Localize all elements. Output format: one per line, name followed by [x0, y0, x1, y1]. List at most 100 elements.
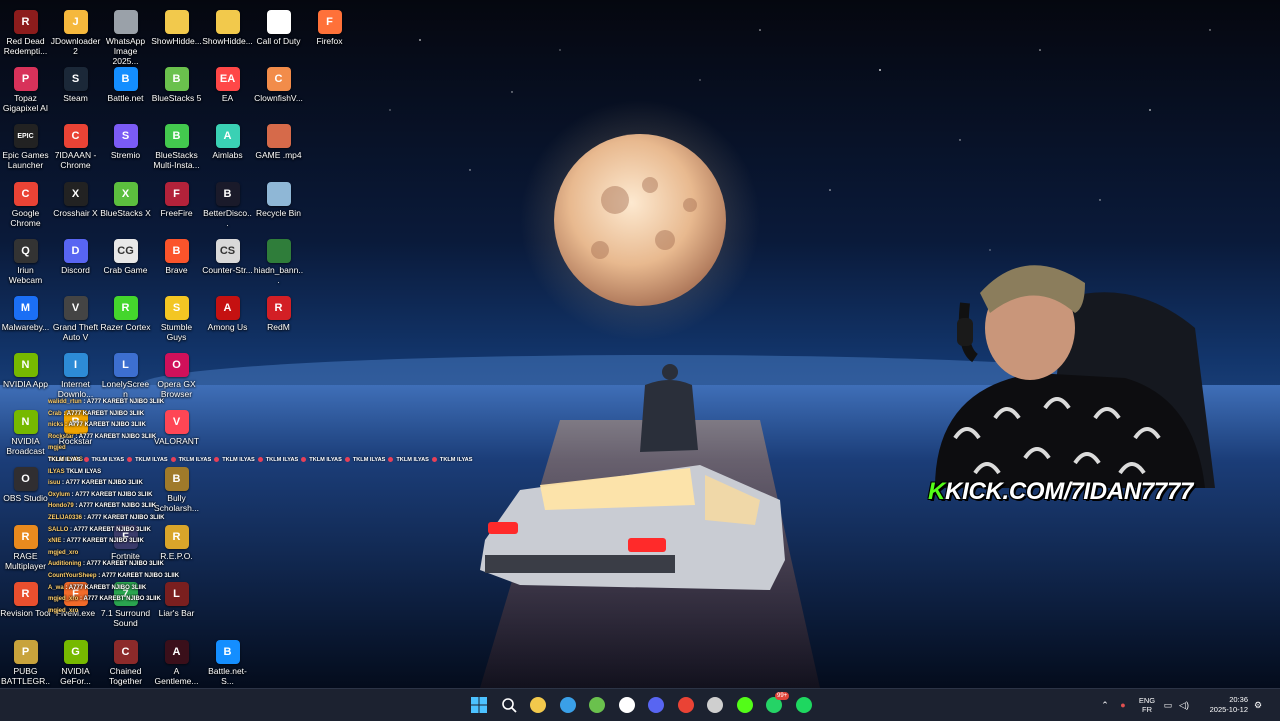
desktop-icon[interactable]: P Topaz Gigapixel AI [0, 61, 51, 117]
desktop-icon[interactable]: G NVIDIA GeFor... [50, 634, 101, 690]
notification-icon[interactable]: ⚙ [1248, 700, 1268, 711]
chat-username: CountYourSheep [48, 572, 97, 579]
chrome-taskbar-icon[interactable] [674, 693, 698, 717]
kick-taskbar-icon[interactable] [733, 693, 757, 717]
chrome-icon: C [13, 182, 38, 206]
desktop-icon-label: ShowHidde... [151, 36, 202, 46]
counter-strike-icon: CS [215, 239, 240, 263]
desktop-icon[interactable]: R Red Dead Redempti... [0, 4, 51, 60]
desktop-icon[interactable]: N NVIDIA App [0, 347, 51, 403]
desktop-icon[interactable]: B BlueStacks Multi-Insta... [151, 118, 202, 174]
desktop-icon[interactable]: CG Crab Game [100, 233, 151, 289]
desktop-icon[interactable]: C Chained Together [100, 634, 151, 690]
desktop-icon[interactable]: C 7IDAAAN - Chrome [50, 118, 101, 174]
desktop-icon[interactable]: B Brave [151, 233, 202, 289]
desktop-icon[interactable]: AA Gentleme... [151, 634, 202, 690]
desktop-icon[interactable]: R Revision Tool [0, 576, 51, 632]
desktop-icon[interactable]: GAME .mp4 [253, 118, 304, 174]
desktop-icon[interactable]: A Aimlabs [202, 118, 253, 174]
start-button[interactable] [467, 693, 491, 717]
volume-icon[interactable]: ◁) [1176, 700, 1192, 711]
chevron-up-icon[interactable]: ⌃ [1098, 700, 1112, 711]
desktop-icon[interactable]: CS Counter-Str... [202, 233, 253, 289]
microsoft-store-icon[interactable] [556, 693, 580, 717]
desktop-icon[interactable]: F FreeFire [151, 176, 202, 232]
desktop-icon[interactable]: B BlueStacks 5 [151, 61, 202, 117]
desktop-icon[interactable]: C ClownfishV... [253, 61, 304, 117]
desktop-icon[interactable]: V Grand Theft Auto V [50, 290, 101, 346]
bluestacks-taskbar-icon[interactable] [585, 693, 609, 717]
desktop-icon[interactable]: S Stumble Guys [151, 290, 202, 346]
desktop-icon[interactable]: PPUBG BATTLEGR... [0, 634, 51, 696]
desktop-icon[interactable]: X BlueStacks X [100, 176, 151, 232]
desktop-icon[interactable]: B Battle.net-S... [202, 634, 253, 690]
desktop-icon[interactable]: S Steam [50, 61, 101, 117]
desktop-icon-label: Iriun Webcam [8, 265, 43, 285]
clock[interactable]: 20:36 2025-10-12 [1192, 695, 1248, 715]
file-explorer-icon[interactable] [526, 693, 550, 717]
desktop-icon[interactable]: hiadn_bann... [253, 233, 304, 289]
chat-username: Hondo79 [48, 503, 74, 510]
desktop-icon-label: Crosshair X [53, 208, 98, 218]
desktop-icon[interactable]: O OBS Studio [0, 461, 51, 517]
microphone-icon[interactable]: ● [1112, 700, 1134, 710]
desktop-icon[interactable]: N NVIDIA Broadcast [0, 404, 51, 460]
desktop-icon[interactable]: S Stremio [100, 118, 151, 174]
desktop-icon[interactable]: R Razer Cortex [100, 290, 151, 346]
desktop-icon[interactable]: J JDownloader 2 [50, 4, 101, 60]
desktop-icon[interactable]: Call of Duty [253, 4, 304, 60]
whatsapp-unread-badge: 99+ [775, 692, 790, 700]
crosshair-taskbar-icon[interactable] [703, 693, 727, 717]
network-icon[interactable]: ▭ [1160, 700, 1176, 711]
desktop-icon[interactable]: B BetterDisco... [202, 176, 253, 232]
desktop-icon[interactable]: EA EA [202, 61, 253, 117]
desktop-icon[interactable]: R RedM [253, 290, 304, 346]
desktop-icon[interactable]: C Google Chrome [0, 176, 51, 232]
obs-taskbar-icon[interactable] [615, 693, 639, 717]
chat-message: walidd_rtun : A777 KAREBT NJIBO 3LIIK [48, 397, 378, 409]
chat-text: : A777 KAREBT NJIBO 3LIIK [81, 399, 165, 405]
desktop-icon-label: BlueStacks 5 [151, 93, 202, 103]
desktop-icon-label: Discord [61, 265, 90, 275]
desktop-icon[interactable]: A Among Us [202, 290, 253, 346]
discord-taskbar-icon[interactable] [644, 693, 668, 717]
chat-username: mgjed_xro [48, 607, 79, 614]
desktop-icon[interactable]: O Opera GX Browser [151, 347, 202, 403]
desktop-icon[interactable]: WhatsApp Image 2025... [100, 4, 151, 66]
desktop-icon[interactable]: Recycle Bin [253, 176, 304, 232]
chrome-icon: C [63, 124, 88, 148]
desktop-icon[interactable]: Q Iriun Webcam [0, 233, 51, 289]
desktop-icon-label: Stumble Guys [160, 322, 193, 342]
chat-message: ILYAS TKLM ILYAS [48, 467, 378, 479]
desktop-icon[interactable]: ShowHidde... [151, 4, 202, 60]
whatsapp-taskbar-icon[interactable]: 99+ [762, 692, 790, 717]
desktop-icon[interactable]: D Discord [50, 233, 101, 289]
search-icon[interactable] [497, 693, 521, 717]
heart-emote-icon [83, 457, 89, 463]
nvidia-icon: N [13, 353, 38, 377]
spotify-taskbar-icon[interactable] [792, 693, 816, 717]
desktop-icon[interactable]: I Internet Downlo... [50, 347, 101, 403]
kick-url: KICK.COM/7IDAN7777 [945, 478, 1194, 505]
desktop-icon[interactable]: B Battle.net [100, 61, 151, 117]
desktop-icon[interactable]: R RAGE Multiplayer [0, 519, 51, 575]
desktop-icon[interactable]: ShowHidde... [202, 4, 253, 60]
desktop-icon-label: Call of Duty [256, 36, 301, 46]
opera-gx-icon: O [164, 353, 189, 377]
language-switcher[interactable]: ENG FR [1134, 696, 1160, 714]
desktop-icon-label: ClownfishV... [254, 93, 303, 103]
desktop-icon[interactable]: X Crosshair X [50, 176, 101, 232]
bluestacks-multi-icon: B [164, 124, 189, 148]
gta-icon: V [63, 296, 88, 320]
desktop-icon[interactable]: L LonelyScreen [100, 347, 151, 403]
chat-message: isuu : A777 KAREBT NJIBO 3LIIK [48, 478, 378, 490]
desktop-icon[interactable]: F Firefox [304, 4, 355, 60]
spam-text: TKLM ILYAS [178, 457, 212, 463]
chrome-taskbar-icon-glyph [677, 697, 694, 713]
desktop-icon[interactable]: EPIC Epic Games Launcher [0, 118, 51, 174]
desktop-icon[interactable]: M Malwareby... [0, 290, 51, 346]
battlenet-icon: B [113, 67, 138, 91]
epic-games-icon: EPIC [13, 124, 38, 148]
crosshair-taskbar-icon-glyph [707, 697, 723, 713]
desktop-icon-label: Crab Game [103, 265, 148, 275]
